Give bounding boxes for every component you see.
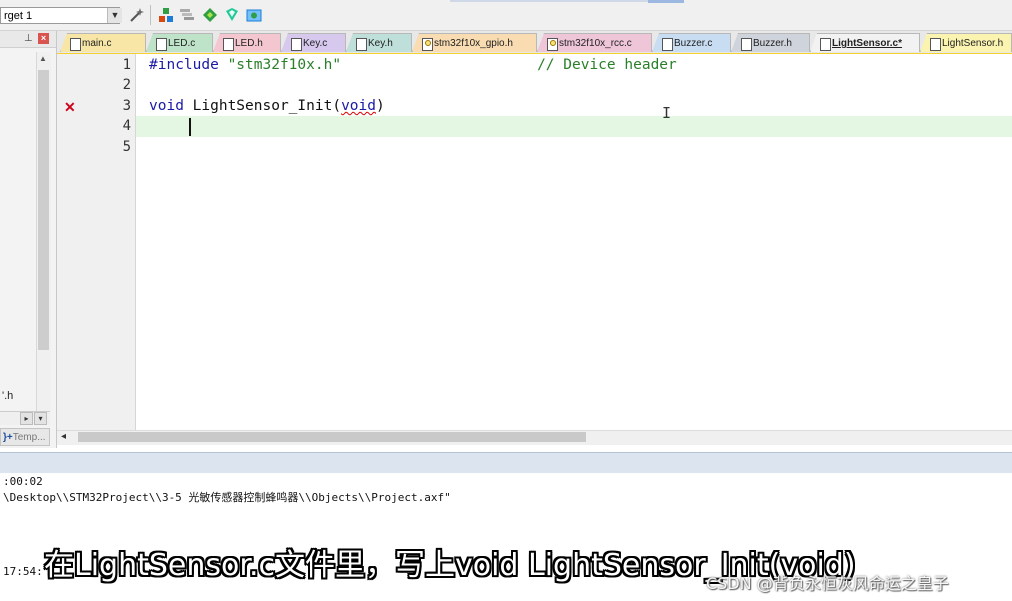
file-icon bbox=[70, 38, 81, 51]
code-line-1[interactable]: #include "stm32f10x.h" // Device header bbox=[149, 55, 677, 75]
tab-main-c[interactable]: main.c bbox=[60, 33, 146, 52]
scroll-left-icon[interactable]: ◂ bbox=[61, 431, 66, 442]
tab-buzzer-h[interactable]: Buzzer.h bbox=[731, 33, 810, 52]
text-caret bbox=[189, 118, 191, 136]
line-number: 2 bbox=[122, 77, 131, 93]
current-line-highlight bbox=[136, 116, 1012, 137]
magic-wand-icon[interactable] bbox=[129, 7, 145, 23]
project-panel-scrollbar[interactable]: ▲ bbox=[36, 52, 51, 412]
close-icon[interactable]: × bbox=[38, 33, 49, 44]
tab-label: stm32f10x_gpio.h bbox=[434, 38, 513, 49]
toolbar bbox=[0, 0, 1012, 31]
scroll-right-icon[interactable]: ▾ bbox=[34, 412, 47, 425]
tab-lightsensor-c[interactable]: LightSensor.c* bbox=[810, 33, 920, 52]
close-paren: ) bbox=[375, 98, 385, 114]
toolbar-separator bbox=[150, 5, 151, 25]
output-line: :00:02 bbox=[3, 475, 43, 488]
project-tree-item[interactable]: '.h bbox=[2, 390, 13, 402]
function-name: LightSensor_Init( bbox=[183, 98, 342, 114]
tab-label: Buzzer.h bbox=[753, 38, 792, 49]
tab-label: LED.c bbox=[168, 38, 196, 49]
output-line: \Desktop\\STM32Project\\3-5 光敏传感器控制蜂鸣器\\… bbox=[3, 491, 451, 504]
watermark: CSDN @背负永恒灰风命运之皇子 bbox=[706, 574, 949, 593]
tab-label: main.c bbox=[82, 38, 112, 49]
templates-icon: }+ bbox=[3, 432, 13, 443]
line-number: 3 bbox=[122, 98, 131, 114]
config-file-icon bbox=[422, 38, 433, 51]
include-file: "stm32f10x.h" bbox=[227, 57, 342, 73]
pin-icon[interactable]: ⊥ bbox=[24, 33, 33, 44]
target-select[interactable]: rget 1 bbox=[0, 7, 120, 24]
tab-label: Key.h bbox=[368, 38, 393, 49]
tab-label: LightSensor.c* bbox=[832, 38, 903, 49]
tab-stm32f10x-gpio-h[interactable]: stm32f10x_gpio.h bbox=[412, 33, 537, 52]
tab-label: stm32f10x_rcc.c bbox=[559, 38, 632, 49]
manage-run-time-icon[interactable] bbox=[246, 7, 262, 23]
tab-label: LightSensor.h bbox=[942, 38, 1004, 49]
file-icon bbox=[223, 38, 234, 51]
scroll-left-icon[interactable]: ▸ bbox=[20, 412, 33, 425]
param-void: void bbox=[341, 98, 376, 114]
config-file-icon bbox=[547, 38, 558, 51]
file-icon bbox=[662, 38, 673, 51]
templates-tab-label: Temp... bbox=[12, 432, 46, 443]
file-icon bbox=[741, 38, 752, 51]
include-directive: #include bbox=[149, 57, 219, 73]
line-number: 1 bbox=[122, 57, 131, 73]
line-number: 4 bbox=[122, 118, 131, 134]
templates-tab[interactable]: }+Temp... bbox=[0, 428, 50, 446]
tab-buzzer-c[interactable]: Buzzer.c bbox=[652, 33, 731, 52]
output-line: 17:54: bbox=[3, 565, 43, 578]
chevron-down-icon[interactable]: ▼ bbox=[107, 8, 122, 23]
tab-led-h[interactable]: LED.h bbox=[213, 33, 281, 52]
tab-label: LED.h bbox=[235, 38, 263, 49]
code-line-3[interactable]: void LightSensor_Init(void) bbox=[149, 96, 385, 116]
tab-label: Buzzer.c bbox=[674, 38, 713, 49]
tab-label: Key.c bbox=[303, 38, 328, 49]
ibeam-cursor-icon: I bbox=[662, 104, 672, 122]
tab-key-h[interactable]: Key.h bbox=[346, 33, 412, 52]
build-output-header bbox=[0, 452, 1012, 474]
manage-components-icon[interactable] bbox=[158, 7, 174, 23]
code-comment: // Device header bbox=[537, 57, 677, 73]
void-keyword: void bbox=[149, 98, 184, 114]
tab-led-c[interactable]: LED.c bbox=[146, 33, 213, 52]
scrollbar-thumb[interactable] bbox=[78, 432, 586, 442]
window-top-strip bbox=[450, 0, 680, 2]
scrollbar-thumb[interactable] bbox=[38, 70, 49, 350]
window-top-accent bbox=[648, 0, 684, 3]
debug-settings-icon[interactable] bbox=[224, 7, 240, 23]
scroll-up-icon[interactable]: ▲ bbox=[39, 54, 47, 63]
tab-lightsensor-h[interactable]: LightSensor.h bbox=[920, 33, 1012, 52]
file-icon bbox=[930, 38, 941, 51]
error-marker-icon[interactable]: ✕ bbox=[64, 98, 76, 116]
file-icon bbox=[156, 38, 167, 51]
select-packs-icon[interactable] bbox=[179, 7, 195, 23]
pack-installer-icon[interactable] bbox=[202, 7, 218, 23]
file-icon bbox=[820, 38, 831, 51]
tab-key-c[interactable]: Key.c bbox=[281, 33, 346, 52]
line-number: 5 bbox=[122, 139, 131, 155]
file-icon bbox=[356, 38, 367, 51]
tab-stm32f10x-rcc-c[interactable]: stm32f10x_rcc.c bbox=[537, 33, 652, 52]
file-icon bbox=[291, 38, 302, 51]
